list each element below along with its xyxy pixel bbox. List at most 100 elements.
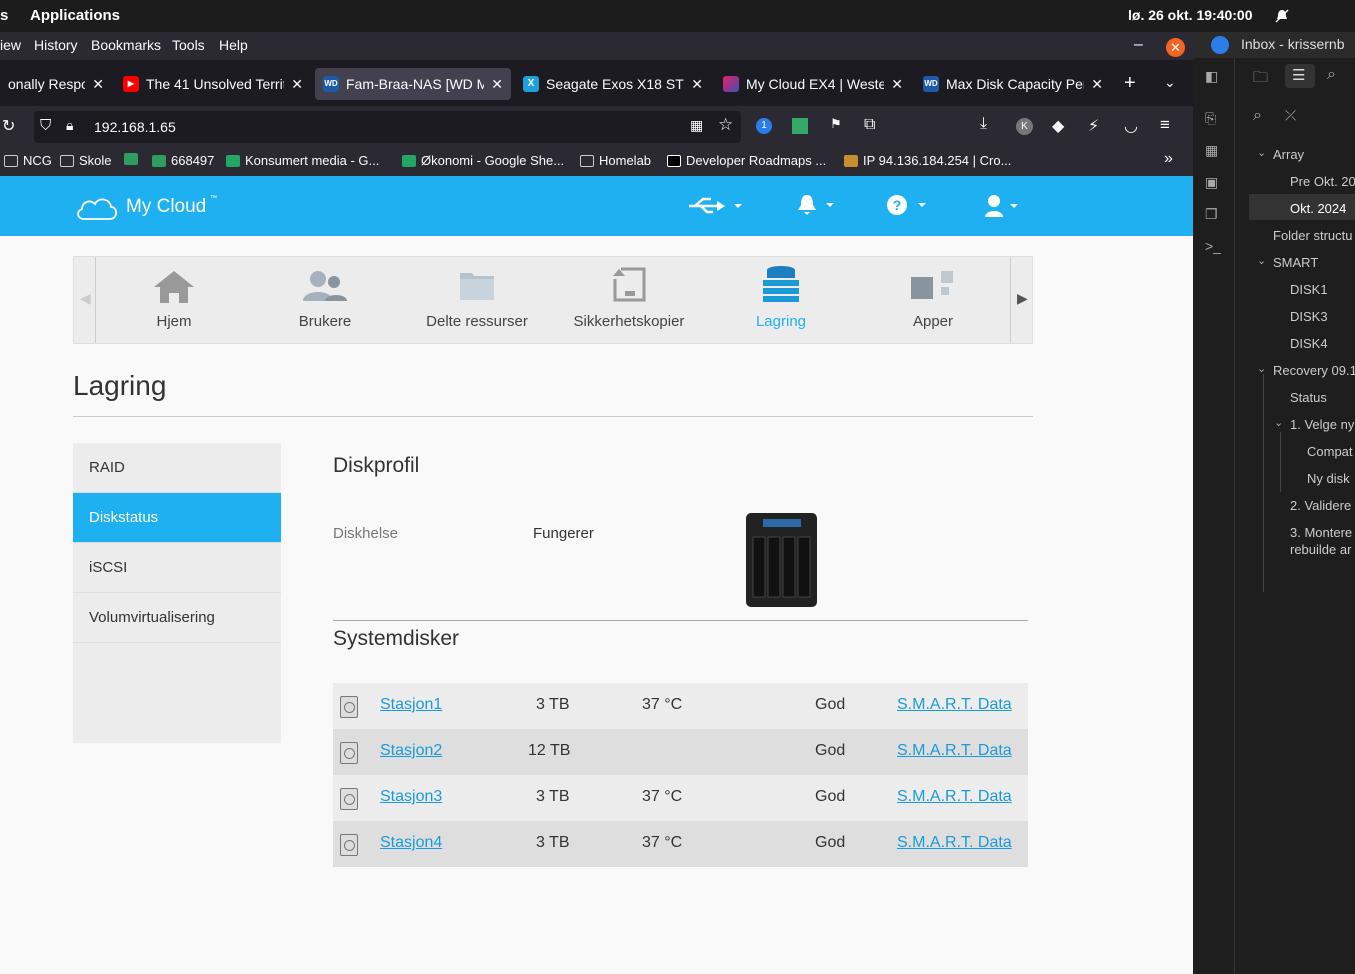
usb-icon[interactable]	[687, 196, 743, 216]
url-text[interactable]: 192.168.1.65	[94, 119, 176, 135]
bookmark[interactable]: 668497	[152, 153, 214, 168]
bookmarks-overflow-icon[interactable]: »	[1164, 150, 1173, 168]
bookmark[interactable]: Økonomi - Google She...	[402, 153, 564, 168]
tab-active[interactable]: WD Fam-Braa-NAS [WD My C ✕	[315, 68, 511, 100]
collapse-icon[interactable]: ⤫	[1285, 107, 1296, 124]
tree-item[interactable]: DISK3	[1290, 309, 1328, 324]
smart-data-link[interactable]: S.M.A.R.T. Data	[897, 742, 1012, 760]
side-item-diskstatus[interactable]: Diskstatus	[73, 493, 281, 543]
side-item-volumvirtualisering[interactable]: Volumvirtualisering	[73, 593, 281, 643]
tree-item[interactable]: rebuilde ar	[1290, 542, 1351, 557]
tree-item[interactable]: 3. Montere	[1290, 525, 1352, 540]
tree-item[interactable]: DISK4	[1290, 336, 1328, 351]
nav-sikkerhetskopier[interactable]: Sikkerhetskopier	[553, 257, 705, 345]
menu-view[interactable]: iew	[0, 37, 21, 53]
tab-close-icon[interactable]: ✕	[691, 76, 703, 93]
copy-icon[interactable]: ❐	[1205, 206, 1218, 223]
notifications-muted-icon[interactable]	[1274, 8, 1290, 24]
bookmark-star-icon[interactable]: ☆	[718, 115, 733, 135]
tree-item-selected[interactable]: Okt. 2024	[1290, 201, 1346, 216]
clock[interactable]: lø. 26 okt. 19:40:00	[1128, 7, 1253, 23]
tab[interactable]: X Seagate Exos X18 ST1200 ✕	[515, 68, 711, 100]
tree-item[interactable]: Ny disk	[1307, 471, 1350, 486]
menu-bookmarks[interactable]: Bookmarks	[91, 37, 161, 53]
onepassword-extension-icon[interactable]: 1	[756, 118, 772, 134]
outline-tab[interactable]: ☰	[1285, 64, 1315, 88]
folder-icon[interactable]: 🗀︎	[1253, 67, 1268, 92]
extension-chrome-icon[interactable]: ◆	[1052, 116, 1064, 136]
nav-prev-button[interactable]: ◀	[74, 257, 96, 343]
tab[interactable]: ▶ The 41 Unsolved Territo ✕	[115, 68, 311, 100]
nav-delte-ressurser[interactable]: Delte ressurser	[401, 257, 553, 345]
bookmark-folder[interactable]: NCG	[4, 153, 52, 168]
open-file-icon[interactable]: ⎘	[1205, 110, 1216, 127]
menu-history[interactable]: History	[34, 37, 78, 53]
lock-icon[interactable]: 🔒︎	[66, 117, 73, 134]
user-icon[interactable]	[982, 193, 1022, 219]
qr-code-icon[interactable]: ▦	[690, 117, 703, 134]
bookmark[interactable]: IP 94.136.184.254 | Cro...	[844, 153, 1011, 168]
smart-data-link[interactable]: S.M.A.R.T. Data	[897, 696, 1012, 714]
nav-hjem[interactable]: Hjem	[98, 257, 250, 345]
tree-item[interactable]: 1. Velge ny	[1290, 417, 1354, 432]
graph-icon[interactable]: ▦	[1205, 142, 1218, 159]
reload-icon[interactable]: ↻	[2, 116, 15, 136]
tab[interactable]: WD Max Disk Capacity Per B ✕	[915, 68, 1111, 100]
tree-item[interactable]: DISK1	[1290, 282, 1328, 297]
tab-close-icon[interactable]: ✕	[1091, 76, 1103, 93]
nav-brukere[interactable]: Brukere	[249, 257, 401, 345]
chevron-down-icon[interactable]: ⌄	[1274, 416, 1283, 429]
bell-icon[interactable]	[796, 193, 836, 217]
tab-close-icon[interactable]: ✕	[891, 76, 903, 93]
extensions-puzzle-icon[interactable]: ⧉	[864, 116, 875, 134]
pocket-icon[interactable]: ◡	[1124, 116, 1138, 136]
tree-item[interactable]: Status	[1290, 390, 1327, 405]
search-icon[interactable]: ⌕	[1327, 66, 1336, 84]
chevron-down-icon[interactable]: ⌄	[1257, 362, 1266, 375]
help-icon[interactable]: ?	[886, 194, 930, 218]
applications-menu[interactable]: Applications	[30, 7, 120, 24]
extension-no-icon[interactable]: ⚑	[830, 116, 842, 132]
tree-item[interactable]: Pre Okt. 20	[1290, 174, 1355, 189]
account-avatar-icon[interactable]: K	[1016, 118, 1033, 135]
side-item-raid[interactable]: RAID	[73, 443, 281, 493]
smart-data-link[interactable]: S.M.A.R.T. Data	[897, 788, 1012, 806]
tab-close-icon[interactable]: ✕	[92, 76, 104, 93]
menu-help[interactable]: Help	[219, 37, 248, 53]
tree-item[interactable]: Compat	[1307, 444, 1353, 459]
activities-fragment[interactable]: s	[0, 7, 8, 24]
bookmark[interactable]: Konsumert media - G...	[226, 153, 379, 168]
nav-lagring[interactable]: Lagring	[705, 257, 857, 345]
tree-item[interactable]: Recovery 09.1	[1273, 363, 1355, 378]
downloads-icon[interactable]: ⤓	[980, 115, 987, 133]
side-item-iscsi[interactable]: iSCSI	[73, 543, 281, 593]
extension-grid-icon[interactable]	[792, 118, 808, 134]
bookmark-folder[interactable]: Skole	[60, 153, 112, 168]
search-icon[interactable]: ⌕	[1253, 107, 1262, 125]
chevron-down-icon[interactable]: ⌄	[1257, 146, 1266, 159]
disk-name-link[interactable]: Stasjon3	[380, 788, 442, 806]
hamburger-menu-icon[interactable]: ≡	[1160, 115, 1170, 135]
bookmark[interactable]: Developer Roadmaps ...	[667, 153, 826, 168]
sidebar-toggle-icon[interactable]: ◧	[1205, 68, 1218, 85]
chevron-down-icon[interactable]: ⌄	[1257, 254, 1266, 267]
tree-item[interactable]: SMART	[1273, 255, 1318, 270]
tab[interactable]: My Cloud EX4 | Western ✕	[715, 68, 911, 100]
terminal-icon[interactable]: >_	[1205, 238, 1221, 254]
tree-item[interactable]: Array	[1273, 147, 1304, 162]
close-window-icon[interactable]: ✕	[1166, 38, 1185, 57]
disk-name-link[interactable]: Stasjon1	[380, 696, 442, 714]
new-tab-icon[interactable]: +	[1124, 72, 1136, 95]
smart-data-link[interactable]: S.M.A.R.T. Data	[897, 834, 1012, 852]
minimize-icon[interactable]: –	[1134, 36, 1143, 54]
shield-icon[interactable]: ⛉	[40, 117, 51, 134]
tab-list-chevron-icon[interactable]: ⌄	[1164, 74, 1176, 91]
tab-close-icon[interactable]: ✕	[491, 76, 503, 93]
bookmark-folder[interactable]: Homelab	[580, 153, 651, 168]
disk-name-link[interactable]: Stasjon4	[380, 834, 442, 852]
url-bar[interactable]: ⛉ 🔒︎ 192.168.1.65 ▦ ☆	[34, 111, 741, 143]
disk-name-link[interactable]: Stasjon2	[380, 742, 442, 760]
bookmark[interactable]	[124, 153, 138, 165]
tree-item[interactable]: Folder structu	[1273, 228, 1352, 243]
extension-bolt-icon[interactable]: ⚡︎	[1088, 116, 1099, 136]
